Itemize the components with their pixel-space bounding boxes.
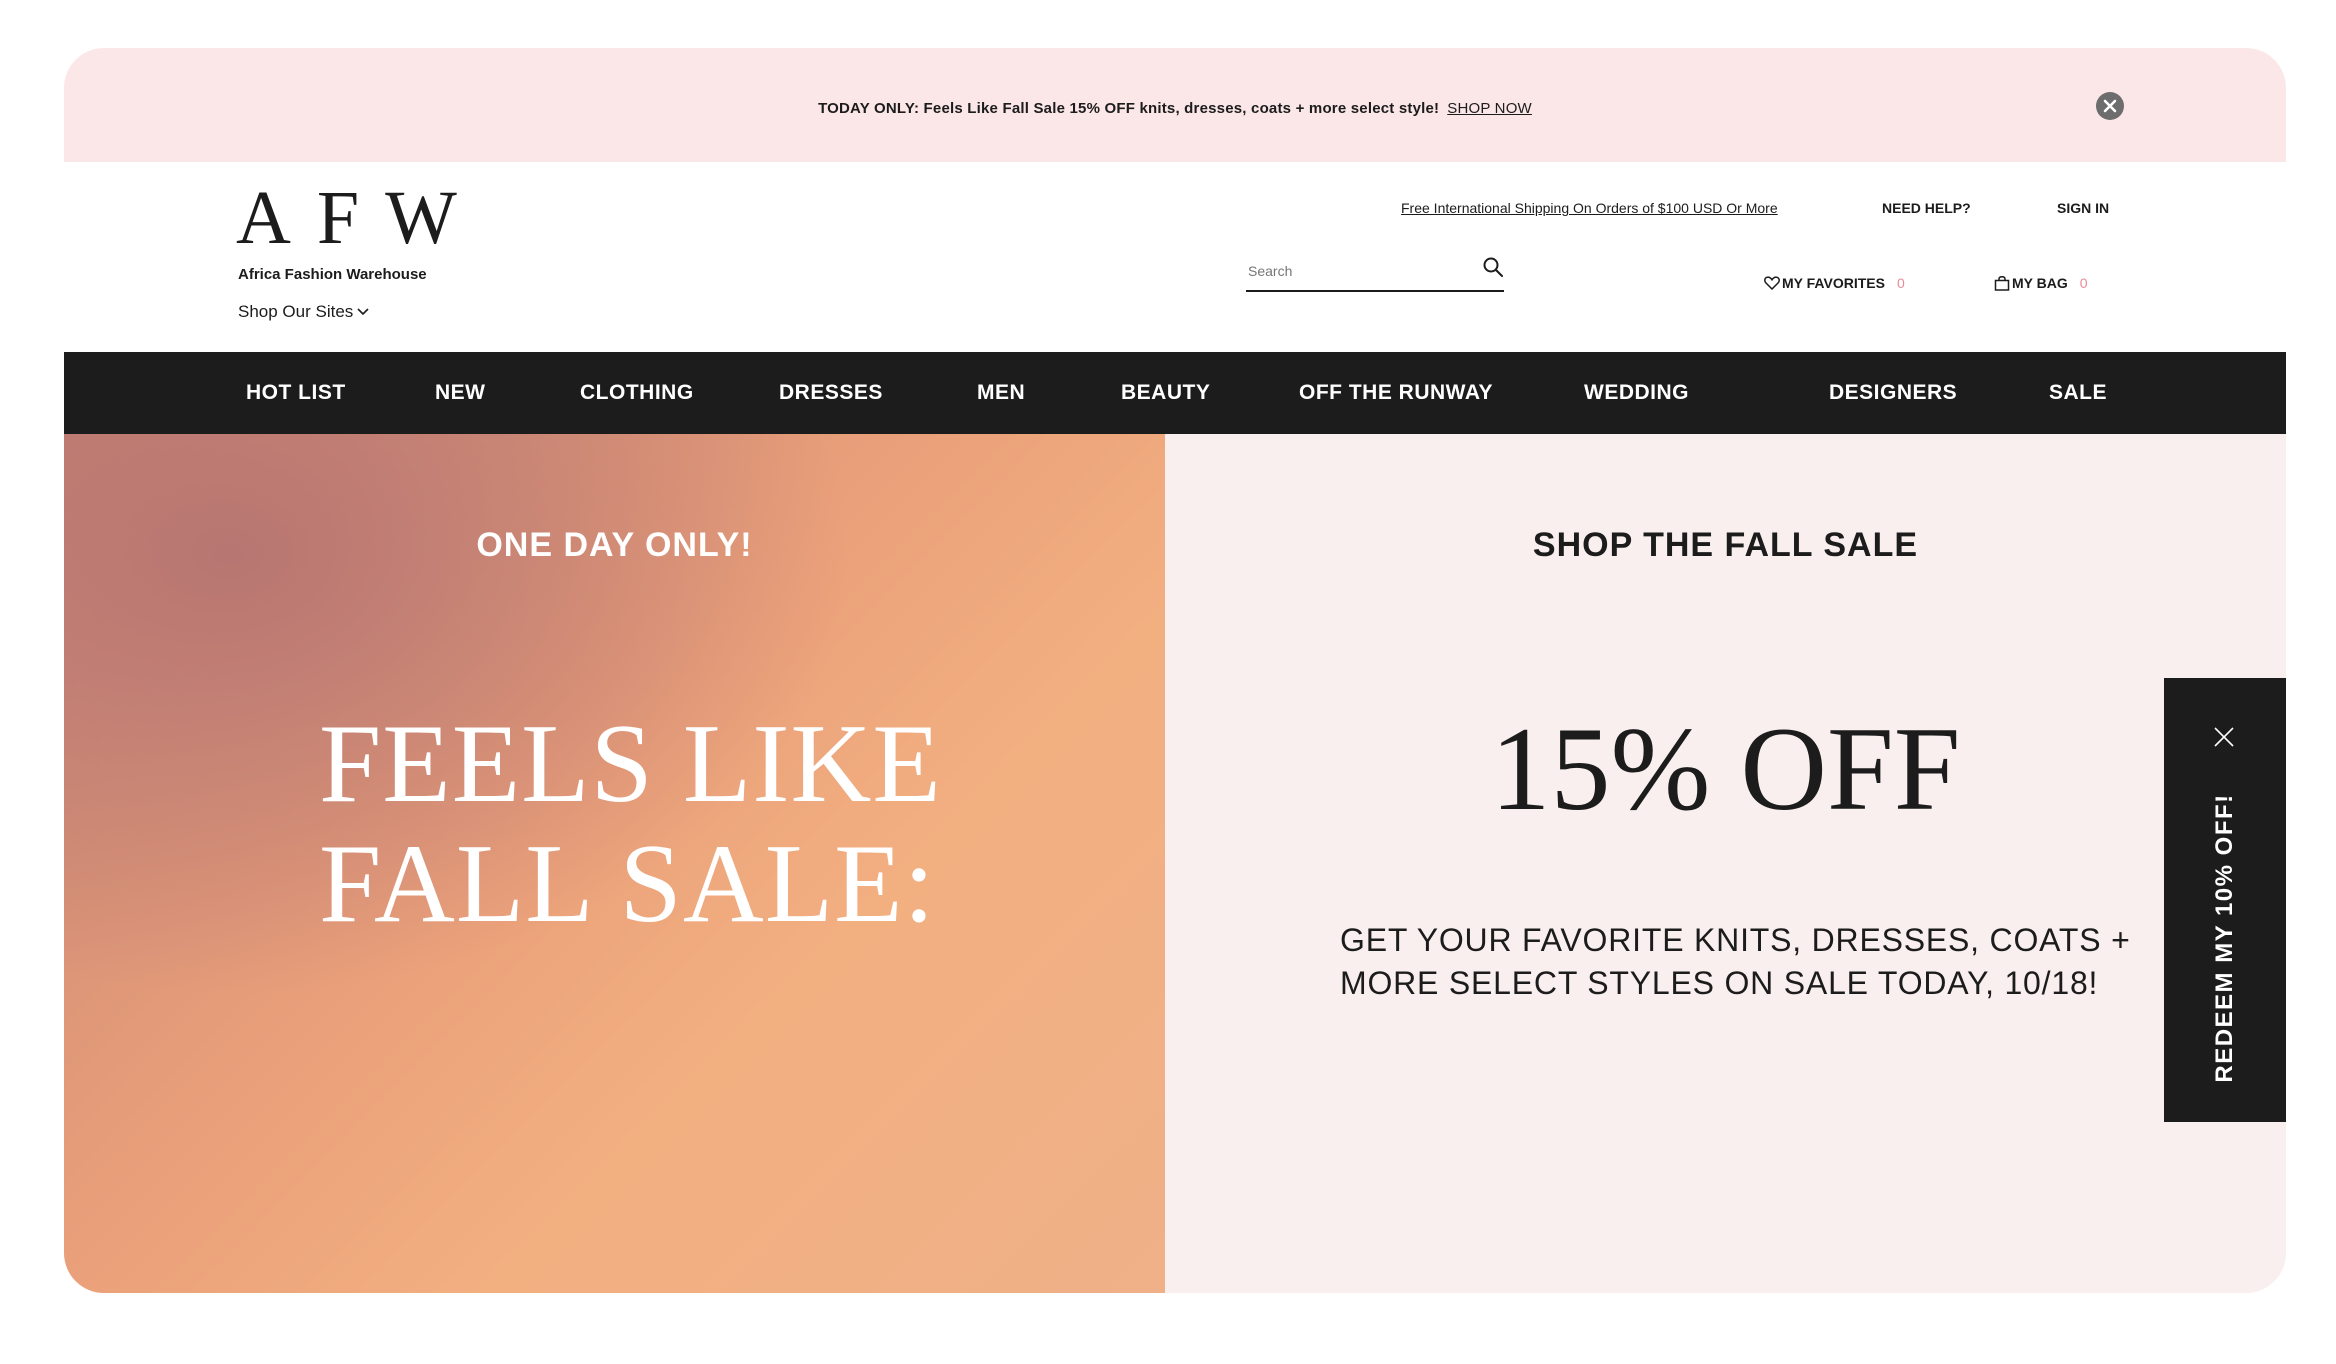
nav-off-the-runway[interactable]: OFF THE RUNWAY bbox=[1299, 352, 1493, 434]
my-favorites-link[interactable]: MY FAVORITES 0 bbox=[1764, 275, 1905, 291]
shop-our-sites-dropdown[interactable]: Shop Our Sites bbox=[238, 302, 369, 322]
nav-sale[interactable]: SALE bbox=[2049, 352, 2107, 434]
my-bag-link[interactable]: MY BAG 0 bbox=[1994, 275, 2088, 291]
nav-wedding[interactable]: WEDDING bbox=[1584, 352, 1689, 434]
main-nav: HOT LIST NEW CLOTHING DRESSES MEN BEAUTY… bbox=[64, 352, 2286, 434]
nav-designers[interactable]: DESIGNERS bbox=[1829, 352, 1957, 434]
promo-message: TODAY ONLY: Feels Like Fall Sale 15% OFF… bbox=[64, 100, 2286, 117]
nav-new[interactable]: NEW bbox=[435, 352, 486, 434]
favorites-label: MY FAVORITES bbox=[1782, 275, 1885, 291]
promo-banner: TODAY ONLY: Feels Like Fall Sale 15% OFF… bbox=[64, 48, 2286, 162]
nav-clothing[interactable]: CLOTHING bbox=[580, 352, 694, 434]
nav-beauty[interactable]: BEAUTY bbox=[1121, 352, 1210, 434]
logo-subtitle: Africa Fashion Warehouse bbox=[238, 266, 427, 283]
page-frame: TODAY ONLY: Feels Like Fall Sale 15% OFF… bbox=[64, 48, 2286, 1293]
free-shipping-link[interactable]: Free International Shipping On Orders of… bbox=[1401, 200, 1778, 216]
nav-dresses[interactable]: DRESSES bbox=[779, 352, 883, 434]
sign-in-link[interactable]: SIGN IN bbox=[2057, 200, 2109, 216]
bag-count: 0 bbox=[2079, 275, 2088, 291]
logo[interactable]: AFW bbox=[236, 180, 483, 256]
hero-left-headline: FEELS LIKE FALL SALE: bbox=[319, 702, 942, 946]
hero-right-panel[interactable]: SHOP THE FALL SALE 15% OFF GET YOUR FAVO… bbox=[1165, 434, 2286, 1293]
promo-text: TODAY ONLY: Feels Like Fall Sale 15% OFF… bbox=[818, 100, 1440, 117]
hero-left-eyebrow: ONE DAY ONLY! bbox=[476, 526, 753, 564]
heart-icon bbox=[1764, 276, 1780, 290]
close-icon[interactable] bbox=[2211, 724, 2237, 750]
favorites-count: 0 bbox=[1896, 275, 1905, 291]
search-bar bbox=[1246, 254, 1504, 292]
nav-hot-list[interactable]: HOT LIST bbox=[246, 352, 346, 434]
hero-right-eyebrow: SHOP THE FALL SALE bbox=[1532, 526, 1919, 564]
bag-icon bbox=[1994, 275, 2010, 291]
close-icon bbox=[2103, 99, 2117, 113]
close-promo-button[interactable] bbox=[2096, 92, 2124, 120]
hero-left-panel[interactable]: ONE DAY ONLY! FEELS LIKE FALL SALE: bbox=[64, 434, 1165, 1293]
shop-sites-label: Shop Our Sites bbox=[238, 302, 354, 321]
shop-now-link[interactable]: SHOP NOW bbox=[1447, 100, 1532, 117]
chevron-down-icon bbox=[357, 305, 369, 319]
search-icon[interactable] bbox=[1482, 256, 1504, 278]
redeem-label: REDEEM MY 10% OFF! bbox=[2211, 793, 2238, 1083]
hero-right-body: GET YOUR FAVORITE KNITS, DRESSES, COATS … bbox=[1340, 922, 2131, 1001]
search-input[interactable] bbox=[1246, 256, 1470, 286]
need-help-link[interactable]: NEED HELP? bbox=[1882, 200, 1971, 216]
nav-men[interactable]: MEN bbox=[977, 352, 1025, 434]
hero-right-headline: 15% OFF bbox=[1490, 702, 1961, 835]
redeem-discount-tab[interactable]: REDEEM MY 10% OFF! bbox=[2164, 678, 2286, 1122]
bag-label: MY BAG bbox=[2012, 275, 2068, 291]
